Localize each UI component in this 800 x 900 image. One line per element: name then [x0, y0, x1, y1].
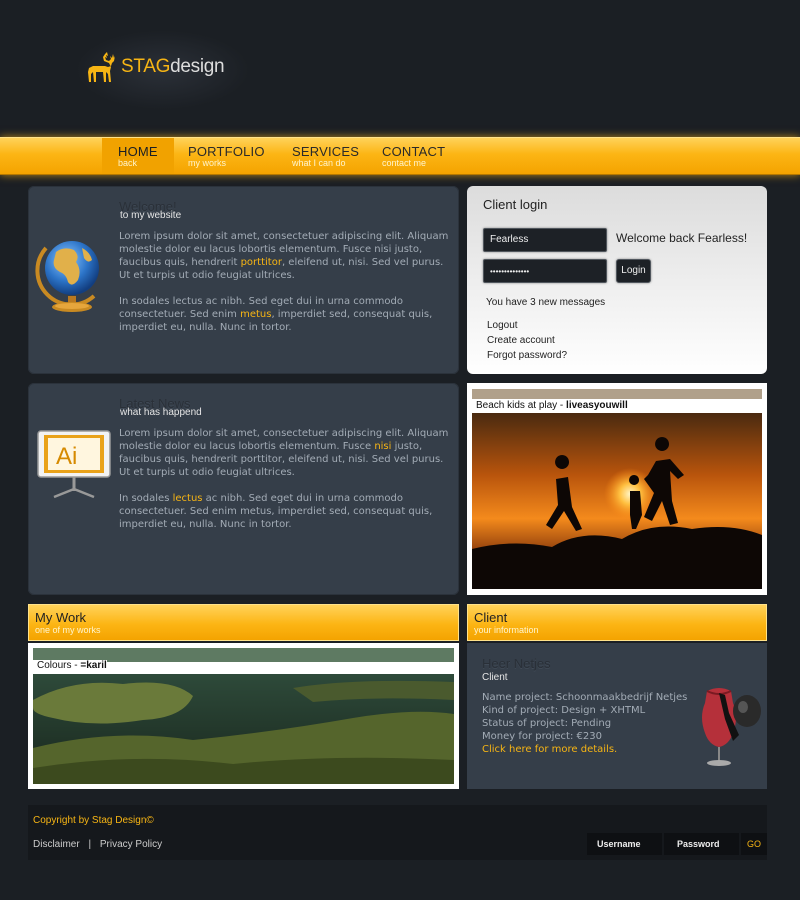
login-button[interactable]: Login — [616, 259, 651, 283]
client-header: Client your information — [467, 604, 767, 641]
news-panel: Ai Latest News what has happend Lorem ip… — [28, 383, 459, 595]
forgot-password-link[interactable]: Forgot password? — [487, 350, 567, 361]
client-title: Client — [474, 610, 508, 625]
nav-services[interactable]: SERVICES what I can do — [292, 138, 359, 174]
footer-username-field[interactable]: Username — [587, 833, 662, 855]
login-title: Client login — [483, 197, 548, 212]
caption-author[interactable]: =karil — [80, 660, 106, 671]
create-account-link[interactable]: Create account — [487, 335, 555, 346]
my-work-subtitle: one of my works — [35, 625, 101, 635]
client-subtitle: your information — [474, 625, 539, 635]
nav-portfolio[interactable]: PORTFOLIO my works — [188, 138, 265, 174]
footer: Copyright by Stag Design© Disclaimer | P… — [28, 805, 767, 860]
news-text: Lorem ipsum dolor sit amet, consectetuer… — [119, 427, 449, 531]
client-detail-line: Name project: Schoonmaakbedrijf Netjes — [482, 692, 688, 703]
nav-label: CONTACT — [382, 144, 446, 159]
client-login-panel: Client login Fearless •••••••••••••• Wel… — [467, 186, 767, 374]
messages-notice: You have 3 new messages — [486, 297, 606, 308]
nav-label: HOME — [118, 144, 158, 159]
svg-text:Ai: Ai — [56, 443, 77, 470]
logo-part1: STAG — [121, 56, 171, 77]
welcome-subtitle: to my website — [120, 210, 182, 221]
nav-sublabel: what I can do — [292, 158, 346, 168]
nav-label: SERVICES — [292, 144, 360, 159]
beach-photo — [472, 389, 762, 589]
client-detail-line: Money for project: €230 — [482, 731, 602, 742]
welcome-panel: Welcome! to my website Lorem ipsum dolor… — [28, 186, 459, 374]
my-work-title: My Work — [35, 610, 87, 625]
client-info-panel: Heer Netjes Client Name project: Schoonm… — [467, 643, 767, 789]
nav-contact[interactable]: CONTACT contact me — [382, 138, 445, 174]
colours-caption: Colours - =karil — [33, 660, 107, 671]
client-details-link[interactable]: Click here for more details. — [482, 743, 687, 756]
footer-password-field[interactable]: Password — [664, 833, 739, 855]
nav-sublabel: back — [118, 158, 138, 168]
copyright-text: Copyright by Stag Design© — [33, 815, 154, 826]
mannequin-icon — [702, 688, 761, 766]
caption-text: Colours - — [37, 660, 81, 671]
caption-text: Beach kids at play - — [476, 400, 567, 411]
nav-sublabel: contact me — [382, 158, 427, 168]
news-paragraph-1: Lorem ipsum dolor sit amet, consectetuer… — [119, 427, 449, 479]
news-subtitle: what has happend — [120, 407, 202, 418]
client-detail-line: Kind of project: Design + XHTML — [482, 705, 646, 716]
username-field[interactable]: Fearless — [483, 228, 607, 252]
client-name: Heer Netjes — [482, 656, 551, 671]
privacy-policy-link[interactable]: Privacy Policy — [100, 839, 162, 850]
logo-text: STAGdesign — [121, 56, 225, 78]
caption-author[interactable]: liveasyouwill — [566, 400, 628, 411]
highlight-link[interactable]: metus — [240, 309, 271, 320]
news-paragraph-2: In sodales lectus ac nibh. Sed eget dui … — [119, 492, 449, 531]
client-details: Name project: Schoonmaakbedrijf Netjes K… — [482, 691, 687, 756]
stag-icon — [88, 52, 115, 82]
welcome-text: Lorem ipsum dolor sit amet, consectetuer… — [119, 230, 449, 334]
illustrator-easel-icon: Ai — [37, 430, 111, 499]
client-detail-line: Status of project: Pending — [482, 718, 612, 729]
welcome-paragraph-1: Lorem ipsum dolor sit amet, consectetuer… — [119, 230, 449, 282]
logo[interactable]: STAGdesign — [85, 50, 225, 84]
client-role: Client — [482, 672, 508, 683]
footer-go-button[interactable]: GO — [741, 833, 767, 855]
password-field[interactable]: •••••••••••••• — [483, 259, 607, 283]
nav-label: PORTFOLIO — [188, 144, 265, 159]
nav-sublabel: my works — [188, 158, 226, 168]
main-nav: HOME back PORTFOLIO my works SERVICES wh… — [0, 137, 800, 175]
globe-icon — [35, 241, 99, 312]
highlight-link[interactable]: lectus — [173, 493, 203, 504]
welcome-back-text: Welcome back Fearless! — [616, 231, 748, 245]
colours-photo-frame[interactable]: Colours - =karil — [28, 643, 459, 789]
welcome-paragraph-2: In sodales lectus ac nibh. Sed eget dui … — [119, 295, 449, 334]
logo-part2: design — [170, 56, 225, 77]
nav-home[interactable]: HOME back — [102, 138, 174, 174]
text-segment: In sodales — [119, 493, 173, 504]
highlight-link[interactable]: porttitor — [241, 257, 282, 268]
highlight-link[interactable]: nisi — [374, 441, 391, 452]
beach-caption: Beach kids at play - liveasyouwill — [472, 400, 628, 411]
footer-links: Disclaimer | Privacy Policy — [33, 839, 162, 850]
logout-link[interactable]: Logout — [487, 320, 518, 331]
link-separator: | — [88, 839, 92, 850]
disclaimer-link[interactable]: Disclaimer — [33, 839, 80, 850]
beach-photo-frame[interactable]: Beach kids at play - liveasyouwill — [467, 383, 767, 595]
my-work-header: My Work one of my works — [28, 604, 459, 641]
